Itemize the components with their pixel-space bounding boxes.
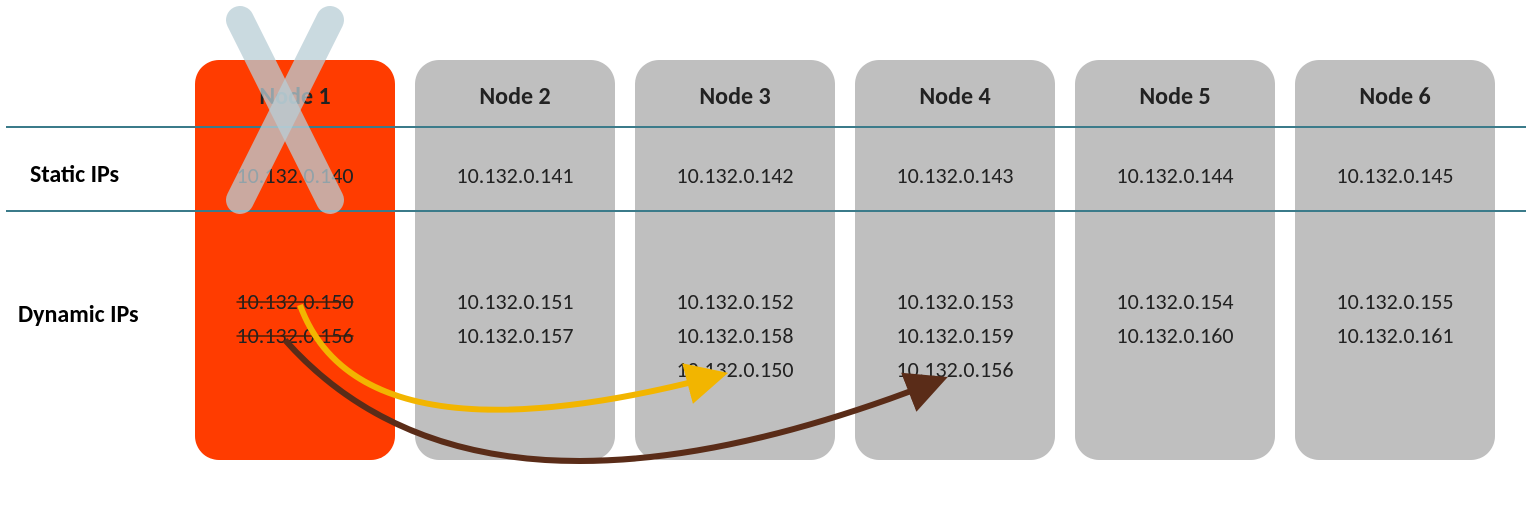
- dynamic-ips-label: Dynamic IPs: [18, 300, 139, 329]
- dynamic-ip: 10.132.0.150: [195, 285, 395, 319]
- dynamic-ips: 10.132.0.153 10.132.0.159 10.132.0.156: [855, 285, 1055, 387]
- node-column-4: Node 4 10.132.0.143 10.132.0.153 10.132.…: [855, 60, 1055, 460]
- static-ips-label: Static IPs: [30, 160, 119, 189]
- dynamic-ip: 10.132.0.156: [195, 319, 395, 353]
- node-column-5: Node 5 10.132.0.144 10.132.0.154 10.132.…: [1075, 60, 1275, 460]
- dynamic-ip: 10.132.0.150: [635, 353, 835, 387]
- dynamic-ip: 10.132.0.151: [415, 285, 615, 319]
- dynamic-ip: 10.132.0.153: [855, 285, 1055, 319]
- static-ip: 10.132.0.143: [855, 162, 1055, 189]
- dynamic-ip: 10.132.0.154: [1075, 285, 1275, 319]
- static-ip: 10.132.0.142: [635, 162, 835, 189]
- dynamic-ips: 10.132.0.151 10.132.0.157: [415, 285, 615, 353]
- dynamic-ip: 10.132.0.152: [635, 285, 835, 319]
- static-ip: 10.132.0.141: [415, 162, 615, 189]
- node-header: Node 4: [855, 60, 1055, 111]
- node-header: Node 1: [195, 60, 395, 111]
- dynamic-ip: 10.132.0.156: [855, 353, 1055, 387]
- dynamic-ip: 10.132.0.155: [1295, 285, 1495, 319]
- static-ip: 10.132.0.145: [1295, 162, 1495, 189]
- node-column-3: Node 3 10.132.0.142 10.132.0.152 10.132.…: [635, 60, 835, 460]
- static-ip: 10.132.0.140: [195, 162, 395, 189]
- node-header: Node 3: [635, 60, 835, 111]
- dynamic-ip: 10.132.0.158: [635, 319, 835, 353]
- dynamic-ip: 10.132.0.161: [1295, 319, 1495, 353]
- node-header: Node 5: [1075, 60, 1275, 111]
- dynamic-ips: 10.132.0.152 10.132.0.158 10.132.0.150: [635, 285, 835, 387]
- static-ip: 10.132.0.144: [1075, 162, 1275, 189]
- divider-line: [6, 126, 1526, 128]
- node-column-2: Node 2 10.132.0.141 10.132.0.151 10.132.…: [415, 60, 615, 460]
- dynamic-ip: 10.132.0.157: [415, 319, 615, 353]
- dynamic-ips: 10.132.0.155 10.132.0.161: [1295, 285, 1495, 353]
- node-header: Node 6: [1295, 60, 1495, 111]
- dynamic-ip: 10.132.0.160: [1075, 319, 1275, 353]
- node-column-6: Node 6 10.132.0.145 10.132.0.155 10.132.…: [1295, 60, 1495, 460]
- dynamic-ip: 10.132.0.159: [855, 319, 1055, 353]
- dynamic-ips: 10.132.0.154 10.132.0.160: [1075, 285, 1275, 353]
- node-header: Node 2: [415, 60, 615, 111]
- diagram-container: Static IPs Dynamic IPs Node 1 10.132.0.1…: [0, 0, 1532, 529]
- divider-line: [6, 210, 1526, 212]
- dynamic-ips: 10.132.0.150 10.132.0.156: [195, 285, 395, 353]
- node-column-1: Node 1 10.132.0.140 10.132.0.150 10.132.…: [195, 60, 395, 460]
